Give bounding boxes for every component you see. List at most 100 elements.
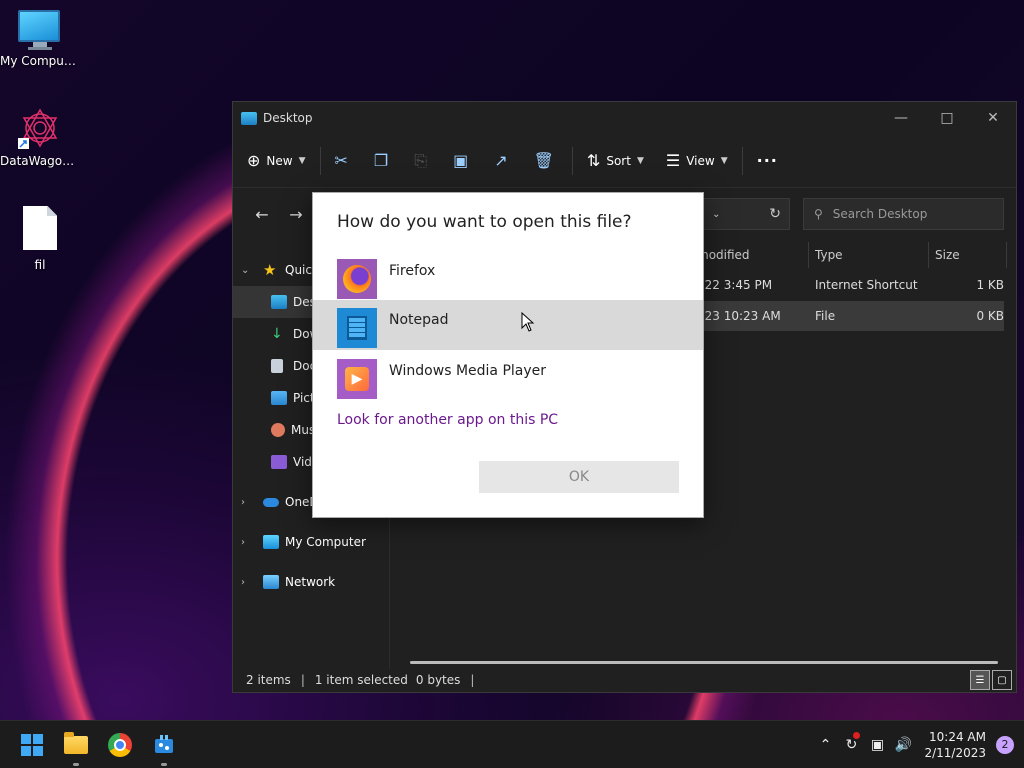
tiles-view-icon[interactable]: ▢ <box>992 670 1012 690</box>
nav-item-my-computer[interactable]: › My Computer <box>233 526 389 558</box>
monitor-icon <box>263 535 279 549</box>
chevron-down-icon: ▼ <box>720 155 728 166</box>
music-icon <box>271 423 285 437</box>
datawagon-taskbar-icon <box>155 734 173 753</box>
file-type: Internet Shortcut <box>815 278 918 292</box>
rename-icon: ▣ <box>453 151 469 170</box>
document-icon <box>271 359 283 373</box>
details-view-icon[interactable]: ☰ <box>970 670 990 690</box>
taskbar: ⌃ ↻ ▣ 🔊 10:24 AM 2/11/2023 2 <box>0 720 1024 768</box>
network-status-icon[interactable]: ▣ <box>864 737 890 753</box>
desktop-icon-label: fil <box>34 258 46 272</box>
share-button[interactable]: ↗ <box>494 145 507 177</box>
file-size: 0 KB <box>976 309 1004 323</box>
taskbar-file-explorer[interactable] <box>54 723 98 767</box>
sort-button[interactable]: ⇅ Sort ▼ <box>587 145 644 177</box>
address-bar[interactable]: ⌄ ↻ <box>703 198 790 230</box>
look-for-another-app-link[interactable]: Look for another app on this PC <box>337 412 558 428</box>
volume-icon[interactable]: 🔊 <box>890 737 916 753</box>
start-button[interactable] <box>10 723 54 767</box>
forward-arrow-icon[interactable]: → <box>279 205 313 224</box>
sort-label: Sort <box>606 153 631 168</box>
back-arrow-icon[interactable]: ← <box>245 205 279 224</box>
view-button[interactable]: ☰ View ▼ <box>666 145 728 177</box>
chevron-down-icon[interactable]: ⌄ <box>712 209 720 220</box>
desktop-icon-label: My Computer <box>0 54 80 68</box>
desktop-icon-my-computer[interactable]: My Computer <box>0 10 80 68</box>
clock-date: 2/11/2023 <box>924 745 986 760</box>
trash-icon: 🗑 <box>533 151 554 170</box>
column-header-size[interactable]: Size <box>929 242 1007 268</box>
taskbar-datawagon[interactable] <box>142 723 186 767</box>
file-icon <box>23 206 57 250</box>
desktop-icon-fil[interactable]: fil <box>0 206 80 272</box>
video-icon <box>271 455 287 469</box>
desktop-icon-datawagon[interactable]: DataWagon... <box>0 106 80 168</box>
search-placeholder: Search Desktop <box>832 207 928 221</box>
command-bar: ⊕ New ▼ ✂ ❐ ⎘ ▣ ↗ 🗑 ⇅ Sort ▼ ☰ View ▼ ··… <box>233 134 1016 188</box>
new-button[interactable]: ⊕ New ▼ <box>247 145 306 177</box>
pictures-icon <box>271 391 287 405</box>
nav-item-network[interactable]: › Network <box>233 566 389 598</box>
search-icon: ⚲ <box>814 207 823 221</box>
file-size: 1 KB <box>976 278 1004 292</box>
title-bar[interactable]: Desktop — □ ✕ <box>233 102 1016 134</box>
taskbar-chrome[interactable] <box>98 723 142 767</box>
plus-circle-icon: ⊕ <box>247 151 261 170</box>
status-bar: 2 items | 1 item selected 0 bytes | ☰ ▢ <box>233 668 1016 692</box>
copy-button[interactable]: ❐ <box>374 145 388 177</box>
new-label: New <box>266 153 293 168</box>
ok-button[interactable]: OK <box>479 461 679 493</box>
file-modified: 022 3:45 PM <box>697 278 773 292</box>
download-icon: ↓ <box>271 326 283 342</box>
column-header-type[interactable]: Type <box>809 242 929 268</box>
notification-badge[interactable]: 2 <box>996 735 1014 754</box>
maximize-button[interactable]: □ <box>924 102 970 134</box>
status-bytes: 0 bytes <box>415 673 461 687</box>
app-name: Notepad <box>389 312 449 328</box>
app-name: Windows Media Player <box>389 363 547 379</box>
mouse-cursor-icon <box>521 312 535 332</box>
view-label: View <box>686 153 715 168</box>
refresh-icon[interactable]: ↻ <box>769 206 781 222</box>
desktop-icon-label: DataWagon... <box>0 154 80 168</box>
file-type: File <box>815 309 836 323</box>
column-header-modified[interactable]: modified <box>691 242 809 268</box>
nav-label: My Computer <box>285 535 366 549</box>
network-icon <box>263 575 279 589</box>
window-title: Desktop <box>263 111 313 125</box>
status-selected: 1 item selected <box>314 673 408 687</box>
file-row-selected[interactable]: 023 10:23 AM File 0 KB <box>691 301 1004 331</box>
delete-button[interactable]: 🗑 <box>534 145 554 177</box>
chevron-down-icon[interactable]: ⌄ <box>241 265 263 276</box>
more-options-button[interactable]: ··· <box>757 145 778 177</box>
chevron-right-icon[interactable]: › <box>241 497 263 508</box>
firefox-icon <box>337 259 377 299</box>
close-button[interactable]: ✕ <box>970 102 1016 134</box>
clock[interactable]: 10:24 AM 2/11/2023 <box>924 729 986 761</box>
sort-arrows-icon: ⇅ <box>586 151 601 170</box>
sync-alert-icon[interactable]: ↻ <box>838 731 864 753</box>
file-row[interactable]: 022 3:45 PM Internet Shortcut 1 KB <box>691 270 1004 300</box>
search-input[interactable]: ⚲ Search Desktop <box>803 198 1004 230</box>
rename-button[interactable]: ▣ <box>453 145 468 177</box>
minimize-button[interactable]: — <box>878 102 924 134</box>
status-item-count: 2 items <box>246 673 291 687</box>
horizontal-scrollbar[interactable] <box>410 661 998 664</box>
app-option-notepad[interactable]: Notepad <box>313 300 703 350</box>
chevron-right-icon[interactable]: › <box>241 577 263 588</box>
cut-button[interactable]: ✂ <box>335 145 348 177</box>
share-icon: ↗ <box>494 151 508 170</box>
paste-button[interactable]: ⎘ <box>414 145 427 177</box>
app-option-firefox[interactable]: Firefox <box>313 251 703 301</box>
datawagon-icon <box>18 108 58 149</box>
chevron-up-icon[interactable]: ⌃ <box>812 737 838 753</box>
chevron-right-icon[interactable]: › <box>241 537 263 548</box>
chevron-down-icon: ▼ <box>298 155 306 166</box>
monitor-icon <box>18 10 62 50</box>
media-player-icon: ▶ <box>337 359 377 399</box>
app-option-windows-media-player[interactable]: ▶ Windows Media Player <box>313 351 703 401</box>
cloud-icon <box>263 497 279 507</box>
star-icon: ★ <box>263 261 277 279</box>
system-tray: ⌃ ↻ ▣ 🔊 10:24 AM 2/11/2023 2 <box>812 721 1024 768</box>
